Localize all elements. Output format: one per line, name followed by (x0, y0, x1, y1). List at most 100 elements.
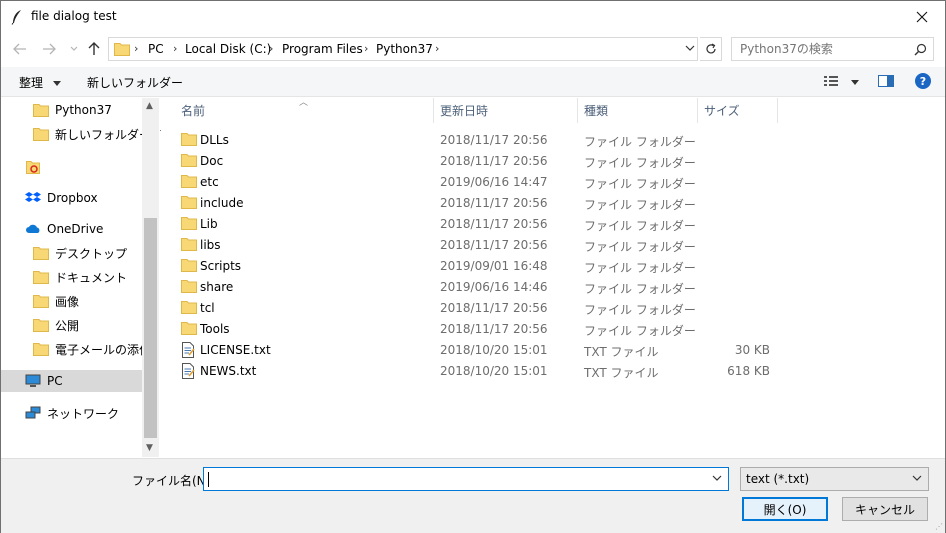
resize-grip-icon[interactable]: ⋰ (935, 522, 943, 531)
file-type-value: text (*.txt) (746, 472, 810, 486)
file-row[interactable]: Scripts 2019/09/01 16:48 ファイル フォルダー (175, 255, 775, 276)
file-type: TXT ファイル (584, 366, 659, 380)
cancel-button[interactable]: キャンセル (842, 497, 928, 521)
folder-icon (181, 174, 197, 190)
chevron-down-icon[interactable] (685, 44, 695, 52)
column-header-date[interactable]: 更新日時 (434, 98, 578, 123)
breadcrumb-local-disk[interactable]: Local Disk (C:) (185, 42, 271, 56)
nav-item-pictures[interactable]: 画像 (33, 290, 79, 312)
file-name: share (200, 280, 234, 294)
folder-icon (33, 126, 49, 142)
dropbox-icon (25, 190, 41, 206)
nav-item-label: Dropbox (47, 191, 98, 205)
breadcrumb-python37[interactable]: Python37 (376, 42, 433, 56)
close-button[interactable] (899, 1, 945, 32)
folder-icon (33, 317, 49, 333)
folder-icon (181, 132, 197, 148)
file-type: ファイル フォルダー (584, 177, 696, 191)
nav-item-creative-cloud[interactable] (25, 156, 47, 178)
nav-item-email-attachments[interactable]: 電子メールの添付 (33, 338, 151, 360)
column-header-name[interactable]: 名前 (175, 98, 434, 123)
file-row[interactable]: include 2018/11/17 20:56 ファイル フォルダー (175, 192, 775, 213)
file-name: Scripts (200, 259, 242, 273)
file-date: 2018/11/17 20:56 (440, 322, 548, 336)
refresh-icon (705, 43, 716, 54)
folder-icon (33, 341, 49, 357)
nav-item-pc[interactable]: PC (1, 370, 142, 392)
file-row[interactable]: Lib 2018/11/17 20:56 ファイル フォルダー (175, 213, 775, 234)
breadcrumb-separator: › (435, 42, 440, 55)
file-row[interactable]: share 2019/06/16 14:46 ファイル フォルダー (175, 276, 775, 297)
nav-pane-scrollbar[interactable]: ▲ ▼ (142, 98, 159, 457)
breadcrumb-program-files[interactable]: Program Files (282, 42, 363, 56)
column-header-size[interactable]: サイズ (698, 98, 778, 123)
command-toolbar: 整理 新しいフォルダー ? (1, 67, 945, 97)
nav-item-onedrive[interactable]: OneDrive (25, 218, 103, 240)
file-row[interactable]: etc 2019/06/16 14:47 ファイル フォルダー (175, 171, 775, 192)
file-name: LICENSE.txt (200, 343, 271, 357)
preview-pane-button[interactable] (878, 74, 894, 91)
file-row[interactable]: NEWS.txt 2018/10/20 15:01 TXT ファイル 618 KB (175, 360, 775, 381)
nav-item-python37[interactable]: Python37 (33, 99, 112, 121)
file-type-select[interactable]: text (*.txt) (740, 467, 929, 491)
navigation-pane: Python37 新しいフォルダー (7 Dropbox OneDrive デス… (1, 98, 167, 457)
up-button[interactable] (85, 39, 103, 59)
search-input[interactable] (732, 38, 908, 60)
new-folder-button[interactable]: 新しいフォルダー (87, 74, 183, 91)
help-button[interactable]: ? (915, 73, 931, 92)
nav-item-documents[interactable]: ドキュメント (33, 266, 127, 288)
folder-icon (33, 245, 49, 261)
file-name: Lib (200, 217, 218, 231)
search-box[interactable] (731, 37, 934, 61)
nav-item-label: Python37 (55, 103, 112, 117)
file-row[interactable]: Doc 2018/11/17 20:56 ファイル フォルダー (175, 150, 775, 171)
onedrive-icon (25, 221, 41, 237)
file-date: 2018/11/17 20:56 (440, 217, 548, 231)
file-row[interactable]: libs 2018/11/17 20:56 ファイル フォルダー (175, 234, 775, 255)
file-date: 2018/11/17 20:56 (440, 301, 548, 315)
nav-item-label: 電子メールの添付 (55, 342, 152, 357)
organize-menu-button[interactable]: 整理 (19, 74, 61, 91)
file-row[interactable]: DLLs 2018/11/17 20:56 ファイル フォルダー (175, 129, 775, 150)
nav-item-label: OneDrive (47, 222, 104, 236)
chevron-down-icon[interactable] (712, 474, 722, 482)
refresh-button[interactable] (700, 37, 722, 61)
nav-item-label: ドキュメント (55, 270, 128, 285)
recent-locations-button[interactable] (65, 39, 83, 59)
folder-icon (181, 195, 197, 211)
text-cursor (208, 472, 209, 487)
forward-button[interactable] (40, 39, 58, 59)
folder-icon (33, 102, 49, 118)
filename-input[interactable] (206, 469, 706, 489)
nav-item-label: 公開 (55, 318, 80, 333)
nav-item-network[interactable]: ネットワーク (25, 402, 119, 424)
column-header-type[interactable]: 種類 (578, 98, 698, 123)
file-row[interactable]: tcl 2018/11/17 20:56 ファイル フォルダー (175, 297, 775, 318)
filename-combobox[interactable] (203, 467, 729, 491)
file-row[interactable]: Tools 2018/11/17 20:56 ファイル フォルダー (175, 318, 775, 339)
view-options-button[interactable] (823, 74, 859, 91)
chevron-down-icon (70, 46, 78, 51)
file-row[interactable]: LICENSE.txt 2018/10/20 15:01 TXT ファイル 30 KB (175, 339, 775, 360)
file-type: ファイル フォルダー (584, 198, 696, 212)
title-bar: file dialog test (1, 1, 945, 32)
folder-icon (181, 216, 197, 232)
nav-item-desktop[interactable]: デスクトップ (33, 242, 127, 264)
scrollbar-thumb[interactable] (144, 218, 157, 438)
file-name: Tools (200, 322, 230, 336)
nav-item-dropbox[interactable]: Dropbox (25, 187, 98, 209)
back-button[interactable] (11, 39, 29, 59)
scroll-up-icon[interactable]: ▲ (146, 101, 153, 111)
file-type: TXT ファイル (584, 345, 659, 359)
breadcrumb-separator: › (134, 42, 139, 55)
breadcrumb-pc[interactable]: PC (148, 42, 164, 56)
file-type: ファイル フォルダー (584, 303, 696, 317)
open-button[interactable]: 開く(O) (742, 497, 828, 521)
file-name: Doc (200, 154, 224, 168)
file-date: 2019/06/16 14:46 (440, 280, 548, 294)
nav-item-public[interactable]: 公開 (33, 314, 79, 336)
scroll-down-icon[interactable]: ▼ (146, 443, 153, 453)
folder-icon (181, 321, 197, 337)
address-bar[interactable]: › PC › Local Disk (C:) › Program Files ›… (108, 37, 698, 61)
chevron-down-icon (912, 475, 922, 481)
